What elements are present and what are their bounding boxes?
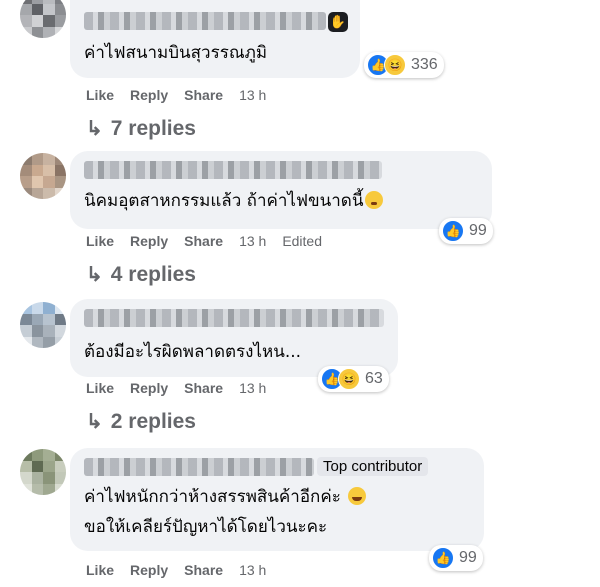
commenter-avatar[interactable] <box>20 302 66 348</box>
comment-bubble: นิคมอุตสาหกรรมแล้ว ถ้าค่าไฟขนาดนี้ <box>70 151 492 229</box>
reply-arrow-icon: ↳ <box>86 264 103 286</box>
top-contributor-badge[interactable]: Top contributor <box>317 457 429 476</box>
comment-actions: Like Reply Share 13 h <box>86 380 282 396</box>
replies-count: 4 replies <box>110 262 196 286</box>
grinning-sweat-emoji-icon <box>348 487 367 505</box>
comment-text: ต้องมีอะไรผิดพลาดตรงไหน... <box>84 342 302 362</box>
commenter-avatar[interactable] <box>20 153 66 199</box>
reaction-count: 99 <box>469 222 487 239</box>
comment-text: นิคมอุตสาหกรรมแล้ว ถ้าค่าไฟขนาดนี้ <box>84 186 384 216</box>
timestamp[interactable]: 13 h <box>239 233 266 249</box>
view-replies-link[interactable]: ↳ 2 replies <box>86 409 196 434</box>
commenter-avatar[interactable] <box>20 449 66 495</box>
timestamp[interactable]: 13 h <box>239 87 266 103</box>
share-button[interactable]: Share <box>184 87 223 103</box>
reaction-summary[interactable]: 👍 😆 63 <box>318 366 389 392</box>
reaction-count: 63 <box>365 370 383 387</box>
like-button[interactable]: Like <box>86 87 114 103</box>
replies-count: 2 replies <box>110 409 196 433</box>
reaction-count: 99 <box>459 549 477 566</box>
wave-icon: ✋ <box>328 12 348 32</box>
reply-button[interactable]: Reply <box>130 87 168 103</box>
comment-text: ค่าไฟหนักกว่าห้างสรรพสินค้าอีกค่ะ <box>84 482 367 512</box>
comment-actions: Like Reply Share 13 h Edited <box>86 233 338 249</box>
commenter-name[interactable] <box>84 458 314 476</box>
like-icon: 👍 <box>432 547 454 569</box>
reply-arrow-icon: ↳ <box>86 411 103 433</box>
comment-text-line-2: ขอให้เคลียร์ปัญหาได้โดยไวนะคะ <box>84 517 328 537</box>
share-button[interactable]: Share <box>184 380 223 396</box>
reply-button[interactable]: Reply <box>130 380 168 396</box>
replies-count: 7 replies <box>110 116 196 140</box>
commenter-name[interactable] <box>84 161 382 179</box>
timestamp[interactable]: 13 h <box>239 562 266 578</box>
view-replies-link[interactable]: ↳ 4 replies <box>86 262 196 287</box>
flushed-emoji-icon <box>365 191 384 209</box>
edited-label: Edited <box>282 233 323 249</box>
commenter-name[interactable] <box>84 12 326 30</box>
comment-actions: Like Reply Share 13 h <box>86 87 282 103</box>
reaction-summary[interactable]: 👍 99 <box>429 545 483 571</box>
haha-icon: 😆 <box>338 368 360 390</box>
timestamp[interactable]: 13 h <box>239 380 266 396</box>
like-button[interactable]: Like <box>86 562 114 578</box>
reaction-summary[interactable]: 👍 99 <box>439 218 493 244</box>
reply-button[interactable]: Reply <box>130 562 168 578</box>
commenter-name[interactable] <box>84 309 384 327</box>
comment-actions: Like Reply Share 13 h <box>86 562 282 578</box>
commenter-avatar[interactable] <box>20 0 66 38</box>
haha-icon: 😆 <box>384 54 406 76</box>
like-button[interactable]: Like <box>86 380 114 396</box>
comment-bubble: Top contributor ค่าไฟหนักกว่าห้างสรรพสิน… <box>70 448 484 551</box>
comment-text: ค่าไฟสนามบินสุวรรณภูมิ <box>84 43 268 63</box>
share-button[interactable]: Share <box>184 562 223 578</box>
reaction-summary[interactable]: 👍 😆 336 <box>364 52 444 78</box>
reply-arrow-icon: ↳ <box>86 118 103 140</box>
reply-button[interactable]: Reply <box>130 233 168 249</box>
share-button[interactable]: Share <box>184 233 223 249</box>
like-button[interactable]: Like <box>86 233 114 249</box>
comment-bubble: ✋ ค่าไฟสนามบินสุวรรณภูมิ <box>70 0 360 78</box>
reaction-count: 336 <box>411 56 438 73</box>
like-icon: 👍 <box>442 220 464 242</box>
view-replies-link[interactable]: ↳ 7 replies <box>86 116 196 141</box>
